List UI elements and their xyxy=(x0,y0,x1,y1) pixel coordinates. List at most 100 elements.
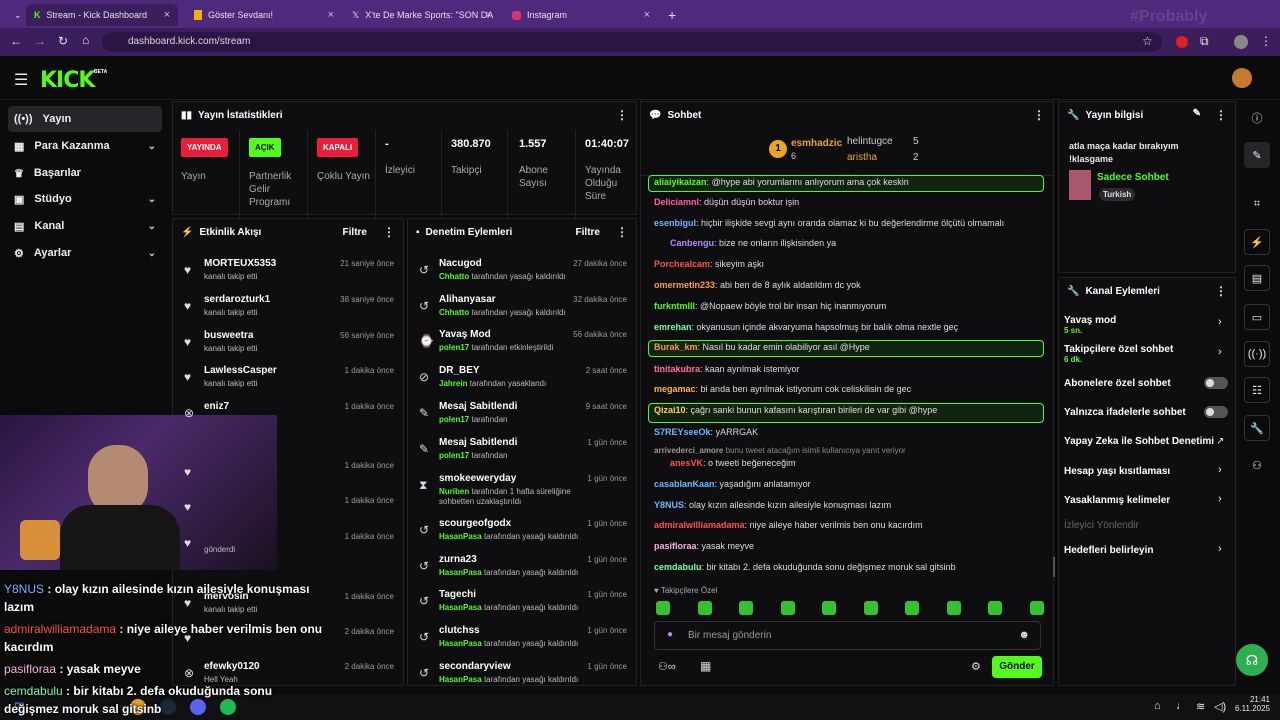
activity-row[interactable]: ♥ 1 dakika önce xyxy=(172,455,404,491)
sidebar-item-yayin[interactable]: ((•)) Yayın xyxy=(8,106,162,132)
emote-icon[interactable] xyxy=(863,601,878,615)
chat-username[interactable]: casablanKaan xyxy=(654,479,715,489)
edit-pen-icon[interactable]: ✎ xyxy=(1244,142,1270,168)
moderator-name[interactable]: Chhatto xyxy=(439,272,469,281)
volume-icon[interactable]: ◁) xyxy=(1214,700,1226,713)
kicks-icon[interactable]: ⚇∞ xyxy=(658,660,676,673)
moderation-row[interactable]: ↺ Tagechi HasanPasa tarafından yasağı kald… xyxy=(407,584,637,620)
activity-row[interactable]: ♥ gönderdi 1 dakika önce xyxy=(172,526,404,562)
clipboard-icon[interactable]: ▤ xyxy=(1244,265,1270,291)
chat-username[interactable]: admiralwilliamadama xyxy=(654,520,745,530)
kick-logo[interactable]: KICK xyxy=(40,68,95,93)
back-icon[interactable]: ← xyxy=(10,34,22,48)
activity-row[interactable]: ♥ serdarozturk1 kanalı takip etti 38 saniye… xyxy=(172,289,404,325)
chat-username[interactable]: arrivederci_amore xyxy=(654,446,723,455)
moderation-row[interactable]: ✎ Mesaj Sabitlendi polen17 tarafından 1 gün… xyxy=(407,432,637,468)
moderator-name[interactable]: HasanPasa xyxy=(439,532,482,541)
sidebar-item-para-kazanma[interactable]: ▦ Para Kazanma ⌄ xyxy=(8,133,162,159)
moderation-row[interactable]: ↺ Alihanyasar Chhatto tarafından yasağı ka… xyxy=(407,289,637,325)
moderation-row[interactable]: ↺ scourgeofgodx HasanPasa tarafından yasağ… xyxy=(407,513,637,549)
extension-icon[interactable] xyxy=(1176,36,1188,48)
moderation-row[interactable]: ✎ Mesaj Sabitlendi polen17 tarafından 9 saa… xyxy=(407,396,637,432)
chat-username[interactable]: esenbigul xyxy=(654,218,696,228)
moderator-name[interactable]: HasanPasa xyxy=(439,675,482,684)
support-headset-icon[interactable]: ☊ xyxy=(1236,644,1268,676)
moderator-name[interactable]: polen17 xyxy=(439,343,469,352)
chat-scrollbar[interactable] xyxy=(1053,557,1055,577)
action-slow-mode[interactable]: Yavaş mod 5 sn. xyxy=(1064,315,1116,335)
action-ai-moderation[interactable]: Yapay Zeka ile Sohbet Denetimi xyxy=(1064,436,1214,447)
capture-icon[interactable]: ⌗ xyxy=(1244,191,1270,217)
chat-username[interactable]: megamac xyxy=(654,384,696,394)
moderator-name[interactable]: Jahrein xyxy=(439,379,467,388)
tab-kick-dashboard[interactable]: K Stream - Kick Dashboard × xyxy=(26,4,178,26)
moderator-name[interactable]: Nuriben xyxy=(439,487,469,496)
subscribers-only-toggle[interactable] xyxy=(1204,377,1228,389)
emote-icon[interactable] xyxy=(822,601,836,615)
mic-icon[interactable]: ● xyxy=(667,629,673,640)
new-tab-icon[interactable]: + xyxy=(660,4,684,26)
tab-instagram[interactable]: Instagram × xyxy=(504,4,658,26)
moderation-row[interactable]: ⌚ Yavaş Mod polen17 tarafından etkinleştir… xyxy=(407,324,637,360)
close-icon[interactable]: × xyxy=(328,9,334,21)
user-avatar[interactable] xyxy=(1232,68,1252,88)
activity-row[interactable]: ♥ 1 dakika önce xyxy=(172,490,404,526)
info-icon[interactable]: ⓘ xyxy=(1244,105,1270,131)
emote-only-toggle[interactable] xyxy=(1204,406,1228,418)
moderator-name[interactable]: HasanPasa xyxy=(439,639,482,648)
wrench-icon[interactable]: 🔧 xyxy=(1244,415,1270,441)
moderator-name[interactable]: HasanPasa xyxy=(439,603,482,612)
chat-settings-icon[interactable]: ⚙ xyxy=(971,660,981,673)
chat-username[interactable]: S7REYseeOk xyxy=(654,427,711,437)
tab-goster[interactable]: Göster Sevdanı! × xyxy=(186,4,342,26)
top-gifter-1[interactable]: esmhadzic xyxy=(791,138,842,149)
emote-icon[interactable] xyxy=(946,601,961,615)
moderation-row[interactable]: ↺ Nacugod Chhatto tarafından yasağı kaldır… xyxy=(407,253,637,289)
more-icon[interactable]: ⋮ xyxy=(383,225,395,239)
more-icon[interactable]: ⋮ xyxy=(1215,284,1227,298)
emote-icon[interactable] xyxy=(905,601,919,615)
chat-username[interactable]: emrehan xyxy=(654,322,692,332)
action-goals[interactable]: Hedefleri belirleyin xyxy=(1064,545,1153,556)
kicks-icon[interactable]: ⚇ xyxy=(1244,452,1270,478)
close-icon[interactable]: × xyxy=(164,9,170,21)
chat-username[interactable]: Canbengu xyxy=(670,238,714,248)
emote-icon[interactable] xyxy=(1029,601,1044,615)
moderation-row[interactable]: ↺ zurna23 HasanPasa tarafından yasağı kald… xyxy=(407,549,637,585)
top-gifter-2[interactable]: helintugce xyxy=(847,136,893,147)
browser-menu-icon[interactable]: ⋮ xyxy=(1260,34,1272,48)
emote-icon[interactable] xyxy=(697,601,712,615)
home-icon[interactable]: ⌂ xyxy=(82,33,89,47)
top-gifter-3[interactable]: aristha xyxy=(847,152,877,163)
wifi-icon[interactable]: ≋ xyxy=(1196,700,1205,713)
activity-row[interactable]: ♥ busweetra kanalı takip etti 56 saniye önc… xyxy=(172,325,404,361)
network-icon[interactable]: ⌂ xyxy=(1154,700,1161,712)
forward-icon[interactable]: → xyxy=(34,34,46,48)
more-icon[interactable]: ⋮ xyxy=(616,225,628,239)
chat-username[interactable]: Deliciamnl xyxy=(654,197,699,207)
chat-username[interactable]: tinitakubra xyxy=(654,364,700,374)
tab-menu-icon[interactable]: ⌄ xyxy=(6,4,26,26)
more-icon[interactable]: ⋮ xyxy=(1215,108,1227,122)
moderation-row[interactable]: ⧗ smokeeweryday Nuriben tarafından 1 hafta… xyxy=(407,468,637,506)
external-link-icon[interactable]: ↗ xyxy=(1216,436,1224,447)
emoji-icon[interactable]: ☻ xyxy=(1018,629,1030,641)
store-icon[interactable]: ▦ xyxy=(700,659,711,673)
chat-username[interactable]: Y8NUS xyxy=(654,500,684,510)
activity-row[interactable]: ♥ LawlessCasper kanalı takip etti 1 dakika … xyxy=(172,360,404,396)
more-icon[interactable]: ⋮ xyxy=(616,108,628,122)
chat-username[interactable]: omermetin233 xyxy=(654,280,715,290)
chat-username[interactable]: Porchealcam xyxy=(654,259,710,269)
moderation-row[interactable]: ↺ secondaryview HasanPasa tarafından yasağ… xyxy=(407,656,637,692)
chat-username[interactable]: cemdabulu xyxy=(654,562,702,572)
moderator-name[interactable]: Chhatto xyxy=(439,308,469,317)
chevron-right-icon[interactable]: › xyxy=(1218,493,1222,505)
sidebar-item-kanal[interactable]: ▤ Kanal ⌄ xyxy=(8,213,162,239)
sidebar-item-studyo[interactable]: ▣ Stüdyo ⌄ xyxy=(8,186,162,212)
chevron-right-icon[interactable]: › xyxy=(1218,543,1222,555)
broadcast-icon[interactable]: ((·)) xyxy=(1244,341,1270,367)
filter-button[interactable]: Filtre xyxy=(343,227,367,238)
bookmark-star-icon[interactable]: ☆ xyxy=(1142,34,1153,48)
moderator-name[interactable]: polen17 xyxy=(439,451,469,460)
close-icon[interactable]: × xyxy=(644,9,650,21)
